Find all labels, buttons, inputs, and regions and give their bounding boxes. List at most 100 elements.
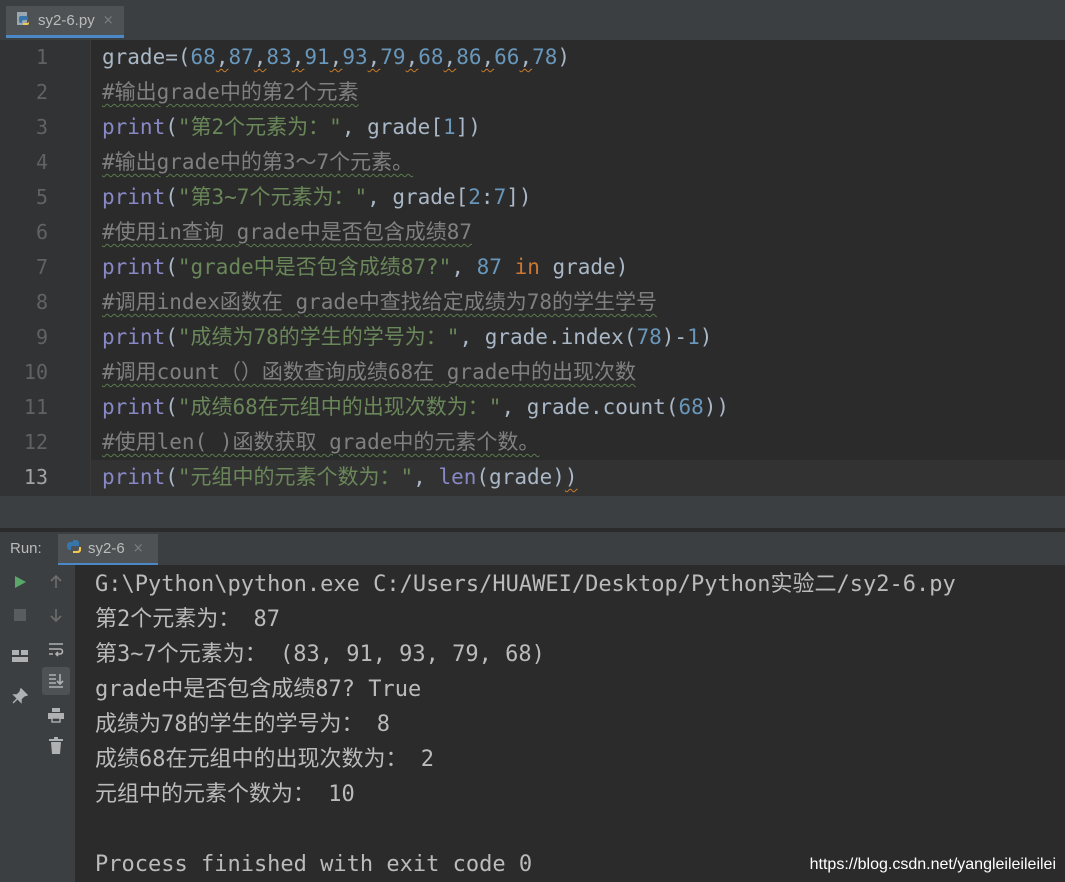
run-label: Run: <box>10 540 42 557</box>
line-number: 13 <box>23 465 48 489</box>
code-token: ( <box>165 185 178 209</box>
line-number: 8 <box>35 290 48 314</box>
code-token: , <box>405 45 419 69</box>
file-tab-label: sy2-6.py <box>38 12 95 29</box>
code-token: #调用index函数在 grade中查找给定成绩为78的学生学号 <box>102 290 658 314</box>
code-token: 2 <box>468 185 481 209</box>
code-token: ]) <box>455 115 481 139</box>
code-token: 7 <box>493 185 507 209</box>
code-token: ( <box>165 395 178 419</box>
stop-icon[interactable] <box>8 603 32 627</box>
code-token: grade) <box>539 255 629 279</box>
pin-icon[interactable] <box>8 684 32 708</box>
code-token: 87 <box>228 45 254 69</box>
code-token: )) <box>703 395 730 419</box>
code-token: "第2个元素为：" <box>177 115 342 139</box>
code-editor[interactable]: 1 2 3 4 5 6 7 8 9 10 11 12 13 grade=(68,87,83,91,93,… <box>0 40 1065 495</box>
layout-icon[interactable] <box>8 644 32 668</box>
code-token: 68 <box>418 45 444 69</box>
code-token: , <box>329 45 343 69</box>
line-number: 10 <box>23 360 48 384</box>
console-output-line: 第3~7个元素为： (83, 91, 93, 79, 68) <box>95 642 545 667</box>
code-token: ) <box>557 45 571 69</box>
run-toolbar <box>0 565 75 882</box>
code-line[interactable]: #输出grade中的第3～7个元素。 <box>102 145 413 180</box>
code-token: 87 <box>476 255 502 279</box>
code-token: 79 <box>380 45 406 69</box>
code-token: 86 <box>456 45 482 69</box>
code-line[interactable]: #调用index函数在 grade中查找给定成绩为78的学生学号 <box>102 285 657 320</box>
code-token: , grade.index( <box>459 325 637 349</box>
code-token: 91 <box>304 45 330 69</box>
code-token: ]) <box>506 185 532 209</box>
code-token: 68 <box>678 395 704 419</box>
code-token: : <box>480 185 494 209</box>
code-line[interactable]: print("成绩68在元组中的出现次数为：", grade.count(68)… <box>102 390 729 425</box>
code-token: , grade.count( <box>501 395 679 419</box>
line-number: 4 <box>35 150 48 174</box>
code-token: )- <box>661 325 688 349</box>
code-token: 78 <box>532 45 558 69</box>
line-number: 2 <box>35 80 48 104</box>
line-number: 6 <box>35 220 48 244</box>
run-tab-sy2-6[interactable]: sy2-6 × <box>58 534 158 566</box>
trash-icon[interactable] <box>44 734 68 758</box>
line-number: 3 <box>35 115 48 139</box>
code-line[interactable]: print("成绩为78的学生的学号为：", grade.index(78)-1… <box>102 320 712 355</box>
code-token: "grade中是否包含成绩87?" <box>177 255 452 279</box>
code-token: "成绩为78的学生的学号为：" <box>177 325 460 349</box>
code-token: ( <box>165 115 178 139</box>
code-token: (grade) <box>476 465 565 489</box>
console-output-line: 成绩68在元组中的出现次数为： 2 <box>95 747 434 772</box>
print-icon[interactable] <box>44 703 68 727</box>
code-line[interactable]: print("第2个元素为：", grade[1]) <box>102 110 481 145</box>
file-tab-sy2-6[interactable]: sy2-6.py × <box>6 6 124 38</box>
code-token: grade=( <box>102 45 191 69</box>
console-output-line: grade中是否包含成绩87? True <box>95 677 422 702</box>
close-icon[interactable]: × <box>103 13 114 28</box>
arrow-down-icon[interactable] <box>44 603 68 627</box>
arrow-up-icon[interactable] <box>44 570 68 594</box>
code-token: , grade[ <box>341 115 443 139</box>
run-tab-label: sy2-6 <box>88 540 125 557</box>
code-token: print <box>102 255 166 279</box>
code-token: 68 <box>190 45 216 69</box>
code-line[interactable]: #调用count（）函数查询成绩68在 grade中的出现次数 <box>102 355 636 390</box>
code-line[interactable]: grade=(68,87,83,91,93,79,68,86,66,78) <box>102 40 570 75</box>
console-output-line: 成绩为78的学生的学号为： 8 <box>95 712 390 737</box>
scroll-to-end-icon[interactable] <box>42 667 70 695</box>
code-line[interactable]: #输出grade中的第2个元素 <box>102 75 359 110</box>
line-number: 11 <box>23 395 48 419</box>
run-console-output[interactable]: G:\Python\python.exe C:/Users/HUAWEI/Des… <box>75 565 1065 882</box>
code-line[interactable]: #使用len( )函数获取 grade中的元素个数。 <box>102 425 539 460</box>
code-token: len <box>438 465 477 489</box>
console-output-line: 元组中的元素个数为： 10 <box>95 782 355 807</box>
code-token: in <box>514 255 540 279</box>
console-output-line: Process finished with exit code 0 <box>95 852 533 877</box>
code-token: #输出grade中的第2个元素 <box>102 80 359 104</box>
code-token: "元组中的元素个数为：" <box>177 465 414 489</box>
code-token: , <box>413 465 439 489</box>
soft-wrap-icon[interactable] <box>44 637 68 661</box>
code-token: , <box>291 45 305 69</box>
watermark-url: https://blog.csdn.net/yangleileileilei <box>809 856 1056 873</box>
code-line[interactable]: print("元组中的元素个数为：", len(grade)) <box>102 460 578 495</box>
code-line[interactable]: print("grade中是否包含成绩87?", 87 in grade) <box>102 250 628 285</box>
code-token: , grade[ <box>367 185 469 209</box>
console-output-line: 第2个元素为： 87 <box>95 607 280 632</box>
line-number: 9 <box>35 325 48 349</box>
code-token: 93 <box>342 45 368 69</box>
code-token: print <box>102 325 166 349</box>
line-number: 5 <box>35 185 48 209</box>
editor-tab-bar: sy2-6.py × <box>0 0 1065 41</box>
panel-divider[interactable] <box>0 495 1065 528</box>
run-tool-window-header: Run: sy2-6 × <box>0 531 1065 566</box>
code-line[interactable]: print("第3~7个元素为：", grade[2:7]) <box>102 180 532 215</box>
code-token: 1 <box>442 115 456 139</box>
code-token: , <box>367 45 381 69</box>
rerun-play-icon[interactable] <box>8 570 32 594</box>
close-icon[interactable]: × <box>133 541 144 556</box>
code-token: print <box>102 465 166 489</box>
code-line[interactable]: #使用in查询 grade中是否包含成绩87 <box>102 215 472 250</box>
